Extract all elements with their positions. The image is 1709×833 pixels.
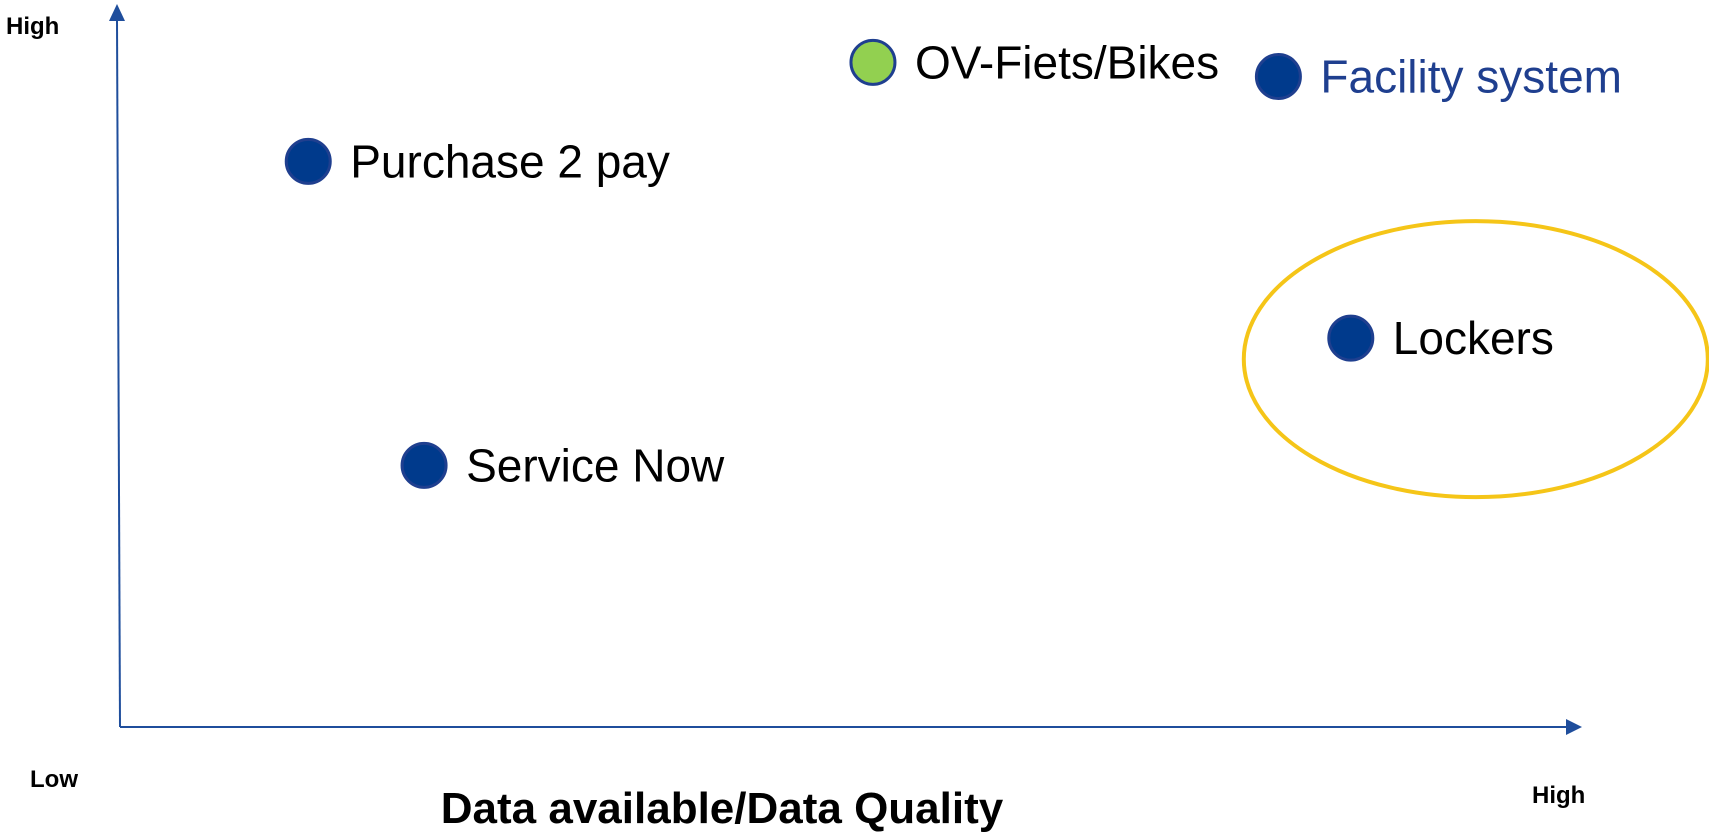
y-axis-line	[116, 19, 121, 728]
y-axis-arrowhead	[109, 4, 125, 21]
y-axis-high-label: High	[6, 13, 59, 40]
point-facility-system: Facility system	[1254, 51, 1622, 103]
point-marker-service-now	[400, 441, 448, 489]
point-label-purchase-2-pay: Purchase 2 pay	[350, 135, 670, 187]
x-axis-low-label: Low	[30, 766, 78, 793]
point-label-service-now: Service Now	[466, 439, 725, 491]
chart-area: High Low High Data available/Data Qualit…	[6, 4, 1709, 833]
points-layer: Purchase 2 pay OV-Fiets/Bikes Facility sys…	[284, 36, 1622, 491]
point-ov-fiets-bikes: OV-Fiets/Bikes	[849, 36, 1219, 88]
point-marker-facility-system	[1254, 53, 1302, 101]
point-label-lockers: Lockers	[1393, 312, 1554, 364]
point-marker-ov-fiets-bikes	[849, 38, 897, 86]
x-axis-arrowhead	[1566, 719, 1582, 735]
point-marker-lockers	[1327, 314, 1375, 362]
x-axis-high-label: High	[1532, 782, 1585, 809]
point-marker-purchase-2-pay	[284, 137, 332, 185]
point-purchase-2-pay: Purchase 2 pay	[284, 135, 670, 187]
x-axis-title: Data available/Data Quality	[441, 784, 1004, 833]
point-label-ov-fiets-bikes: OV-Fiets/Bikes	[915, 36, 1219, 88]
point-label-facility-system: Facility system	[1320, 51, 1622, 103]
point-service-now: Service Now	[400, 439, 725, 491]
point-lockers: Lockers	[1327, 312, 1554, 364]
